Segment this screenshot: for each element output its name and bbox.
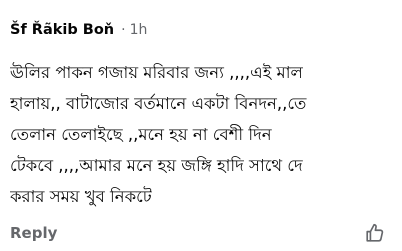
comment-text-line: টেকবে ,,,,আমার মনে হয় জঙ্গি হাদি সাথে দ… (10, 156, 303, 175)
comment-header: Šf Řãkib Boň · 1h (10, 22, 147, 38)
like-button[interactable] (364, 222, 386, 244)
comment-text-line: করার সময় খুব নিকটে (10, 187, 152, 206)
comment-author-name[interactable]: Šf Řãkib Boň (10, 22, 114, 38)
comment-timestamp[interactable]: 1h (130, 22, 148, 38)
comment-card: Šf Řãkib Boň · 1h ঊলির পাকন গজায় মরিবার… (0, 0, 402, 251)
comment-actions: Reply (0, 220, 402, 251)
thumbs-up-icon (366, 223, 384, 242)
meta-separator: · (121, 22, 126, 38)
reply-button[interactable]: Reply (10, 224, 57, 242)
comment-text-line: তেলান তেলাইছে ,,মনে হয় না বেশী দিন (10, 125, 272, 144)
comment-text-line: হালায়,, বাটাজোর বর্তমানে একটা বিনদন,,তে (10, 94, 307, 113)
comment-text-line: ঊলির পাকন গজায় মরিবার জন্য ,,,,এই মাল (10, 63, 303, 82)
comment-text: ঊলির পাকন গজায় মরিবার জন্য ,,,,এই মাল হ… (10, 57, 402, 212)
